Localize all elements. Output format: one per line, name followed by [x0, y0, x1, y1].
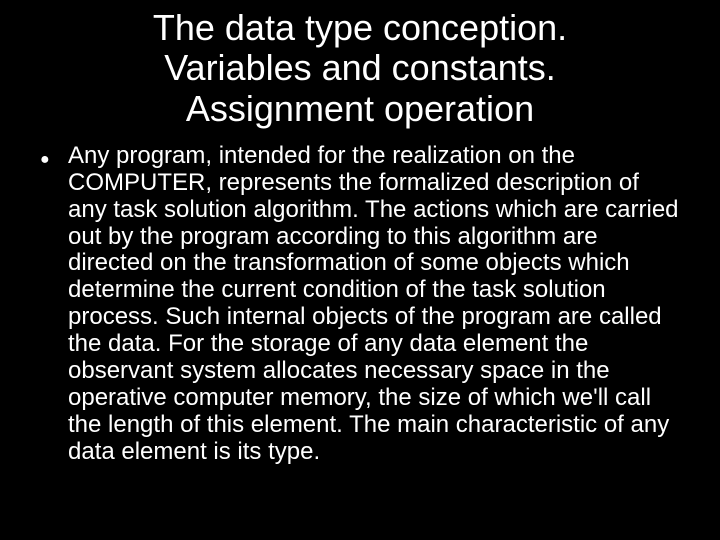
title-line-2: Variables and constants. — [164, 47, 556, 88]
title-line-1: The data type conception. — [153, 7, 567, 48]
slide-title: The data type conception. Variables and … — [153, 8, 567, 129]
body-text: Any program, intended for the realizatio… — [68, 143, 680, 466]
bullet-icon: ● — [40, 143, 68, 173]
body-row: ● Any program, intended for the realizat… — [40, 143, 680, 466]
title-line-3: Assignment operation — [186, 88, 534, 129]
slide: The data type conception. Variables and … — [0, 0, 720, 540]
